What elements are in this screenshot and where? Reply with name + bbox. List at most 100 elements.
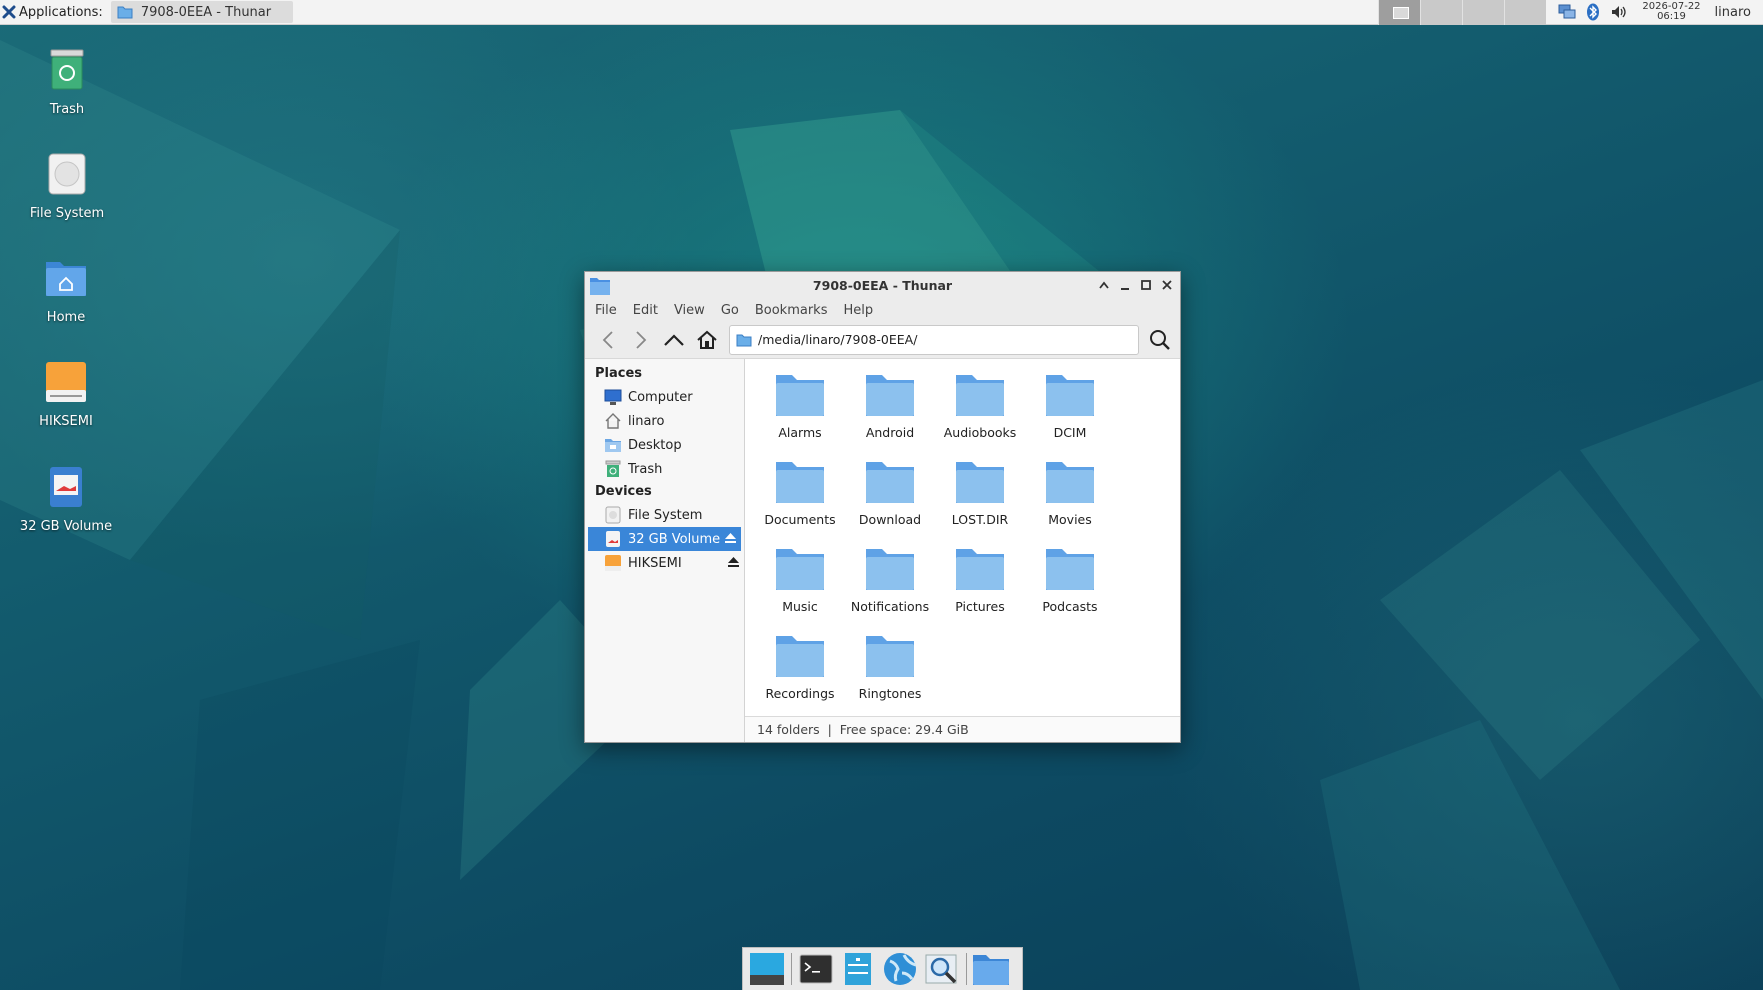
sidebar-item-32gb-volume[interactable]: 32 GB Volume xyxy=(588,527,741,551)
sidebar-item-label: HIKSEMI xyxy=(628,555,682,571)
sidebar-item-file-system[interactable]: File System xyxy=(585,503,744,527)
devices-header: Devices xyxy=(595,484,652,499)
file-view[interactable]: Alarms Android Audiobooks DCIM Documents Down… xyxy=(745,359,1180,742)
folder-item[interactable]: Download xyxy=(845,456,935,543)
folder-name: Notifications xyxy=(850,599,930,614)
workspace-switcher[interactable] xyxy=(1378,0,1547,25)
user-menu[interactable]: linaro xyxy=(1715,5,1755,20)
folder-item[interactable]: Alarms xyxy=(755,369,845,456)
folder-item[interactable]: LOST.DIR xyxy=(935,456,1025,543)
folder-item[interactable]: Notifications xyxy=(845,543,935,630)
app-finder-button[interactable] xyxy=(921,949,963,989)
window-titlebar[interactable]: 7908-0EEA - Thunar xyxy=(585,272,1180,299)
folder-icon xyxy=(866,549,914,590)
location-bar[interactable]: /media/linaro/7908-0EEA/ xyxy=(729,324,1139,355)
folder-item[interactable]: Documents xyxy=(755,456,845,543)
folder-icon xyxy=(776,636,824,677)
folder-name: Music xyxy=(782,599,818,614)
folder-icon xyxy=(1046,375,1094,416)
file-manager-button[interactable] xyxy=(837,949,879,989)
menu-bookmarks[interactable]: Bookmarks xyxy=(755,303,828,318)
drive-icon xyxy=(604,506,622,524)
show-desktop-button[interactable] xyxy=(746,949,788,989)
workspace-3[interactable] xyxy=(1462,0,1505,25)
sidebar-item-trash[interactable]: Trash xyxy=(585,457,744,481)
bluetooth-icon[interactable] xyxy=(1584,3,1602,21)
minimize-icon xyxy=(1120,288,1129,290)
workspace-2[interactable] xyxy=(1420,0,1463,25)
desktop-icon-label: Home xyxy=(46,310,86,325)
parent-folder-button[interactable] xyxy=(659,325,689,355)
location-path: /media/linaro/7908-0EEA/ xyxy=(758,332,918,347)
taskbar-window-title: 7908-0EEA - Thunar xyxy=(140,4,272,20)
eject-icon[interactable] xyxy=(724,532,737,544)
desktop-icon-label: HIKSEMI xyxy=(39,414,93,429)
home-button[interactable] xyxy=(692,325,722,355)
folder-item[interactable]: Recordings xyxy=(755,630,845,717)
drive-icon xyxy=(48,153,86,195)
sidebar-item-linaro[interactable]: linaro xyxy=(585,409,744,433)
folder-item[interactable]: Android xyxy=(845,369,935,456)
folder-item[interactable]: DCIM xyxy=(1025,369,1115,456)
thunar-app-icon[interactable] xyxy=(589,276,611,296)
workspace-1[interactable] xyxy=(1378,0,1421,25)
sidebar-item-computer[interactable]: Computer xyxy=(585,385,744,409)
folder-icon xyxy=(1046,549,1094,590)
eject-icon[interactable] xyxy=(727,556,740,568)
folder-item[interactable]: Music xyxy=(755,543,845,630)
applications-label: Applications xyxy=(19,4,99,20)
folder-item[interactable]: Podcasts xyxy=(1025,543,1115,630)
folder-icon xyxy=(956,462,1004,503)
folder-item[interactable]: Movies xyxy=(1025,456,1115,543)
folder-name: Pictures xyxy=(955,599,1005,614)
sidebar-item-hiksemi[interactable]: HIKSEMI xyxy=(585,551,744,575)
terminal-button[interactable] xyxy=(795,949,837,989)
menu-go[interactable]: Go xyxy=(721,303,739,318)
menu-help[interactable]: Help xyxy=(843,303,873,318)
forward-button[interactable] xyxy=(626,325,656,355)
folder-name: Movies xyxy=(1048,512,1092,527)
window-title: 7908-0EEA - Thunar xyxy=(812,278,953,293)
top-panel: Applications : 7908-0EEA - Thunar 2026-0… xyxy=(0,0,1763,25)
menu-edit[interactable]: Edit xyxy=(633,303,658,318)
menu-view[interactable]: View xyxy=(674,303,705,318)
taskbar-window-button[interactable]: 7908-0EEA - Thunar xyxy=(110,1,293,23)
folder-item[interactable]: Ringtones xyxy=(845,630,935,717)
sidebar-item-desktop[interactable]: Desktop xyxy=(585,433,744,457)
sidebar-item-label: File System xyxy=(628,507,703,523)
folder-button[interactable] xyxy=(970,949,1012,989)
toolbar: /media/linaro/7908-0EEA/ xyxy=(585,321,1180,359)
desktop-icon-trash[interactable]: Trash xyxy=(7,48,127,118)
folder-item[interactable]: Pictures xyxy=(935,543,1025,630)
menu-file[interactable]: File xyxy=(595,303,617,318)
desktop-icon-file-system[interactable]: File System xyxy=(7,152,127,222)
clock[interactable]: 2026-07-22 06:19 xyxy=(1636,2,1706,22)
folder-item[interactable]: Audiobooks xyxy=(935,369,1025,456)
show-desktop-icon xyxy=(750,953,784,985)
applications-menu-button[interactable]: Applications : xyxy=(0,0,107,25)
folder-grid: Alarms Android Audiobooks DCIM Documents Down… xyxy=(755,369,1115,717)
back-button[interactable] xyxy=(593,325,623,355)
close-button[interactable] xyxy=(1159,277,1174,293)
workspace-4[interactable] xyxy=(1504,0,1547,25)
back-arrow-icon xyxy=(602,330,613,349)
volume-icon[interactable] xyxy=(1610,3,1628,21)
menu-bar: File Edit View Go Bookmarks Help xyxy=(585,299,1180,321)
folder-name: Audiobooks xyxy=(943,425,1017,440)
desktop-icon-home[interactable]: Home xyxy=(6,256,126,326)
sd-card-icon xyxy=(604,530,622,548)
minimize-button[interactable] xyxy=(1117,277,1132,293)
desktop-icon-32gb-volume[interactable]: 32 GB Volume xyxy=(6,465,126,535)
desktop-icon-hiksemi[interactable]: HIKSEMI xyxy=(6,360,126,430)
maximize-button[interactable] xyxy=(1138,277,1153,293)
maximize-icon xyxy=(1140,280,1151,290)
network-icon[interactable] xyxy=(1558,3,1576,21)
web-browser-button[interactable] xyxy=(879,949,921,989)
folder-name: Android xyxy=(865,425,915,440)
search-button[interactable] xyxy=(1145,325,1175,355)
sd-card-icon xyxy=(50,467,82,507)
folder-name: Ringtones xyxy=(858,686,922,701)
shade-button[interactable] xyxy=(1096,277,1111,293)
folder-name: Alarms xyxy=(778,425,822,440)
chevron-up-icon xyxy=(1098,281,1109,289)
